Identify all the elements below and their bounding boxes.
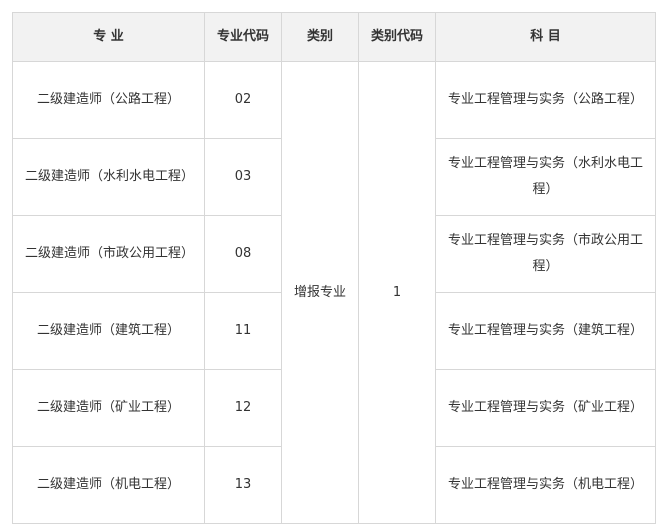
subject-cell: 专业工程管理与实务（公路工程） (435, 61, 656, 139)
header-category: 类别 (281, 12, 359, 62)
subject-cell: 专业工程管理与实务（市政公用工程） (435, 215, 656, 293)
major-cell: 二级建造师（市政公用工程） (12, 215, 205, 293)
category-code-cell: 1 (358, 61, 436, 524)
major-code-cell: 11 (204, 292, 282, 370)
subject-cell: 专业工程管理与实务（矿业工程） (435, 369, 656, 447)
major-cell: 二级建造师（机电工程） (12, 446, 205, 524)
header-category-code: 类别代码 (358, 12, 436, 62)
exam-subject-table: 专 业 专业代码 类别 类别代码 科 目 二级建造师（公路工程） 02 增报专业… (12, 12, 656, 524)
major-cell: 二级建造师（建筑工程） (12, 292, 205, 370)
table-row: 二级建造师（公路工程） 02 增报专业 1 专业工程管理与实务（公路工程） (12, 61, 656, 524)
header-major: 专 业 (12, 12, 205, 62)
subject-cell: 专业工程管理与实务（水利水电工程） (435, 138, 656, 216)
header-major-code: 专业代码 (204, 12, 282, 62)
major-cell: 二级建造师（矿业工程） (12, 369, 205, 447)
major-code-cell: 02 (204, 61, 282, 139)
subject-cell: 专业工程管理与实务（机电工程） (435, 446, 656, 524)
major-code-cell: 08 (204, 215, 282, 293)
major-code-cell: 13 (204, 446, 282, 524)
table-body: 二级建造师（公路工程） 02 增报专业 1 专业工程管理与实务（公路工程） 二级… (12, 61, 656, 524)
subject-cell: 专业工程管理与实务（建筑工程） (435, 292, 656, 370)
major-code-cell: 12 (204, 369, 282, 447)
category-cell: 增报专业 (281, 61, 359, 524)
header-subject: 科 目 (435, 12, 656, 62)
header-row: 专 业 专业代码 类别 类别代码 科 目 (12, 12, 656, 62)
major-cell: 二级建造师（公路工程） (12, 61, 205, 139)
table-header: 专 业 专业代码 类别 类别代码 科 目 (12, 12, 656, 62)
major-code-cell: 03 (204, 138, 282, 216)
major-cell: 二级建造师（水利水电工程） (12, 138, 205, 216)
